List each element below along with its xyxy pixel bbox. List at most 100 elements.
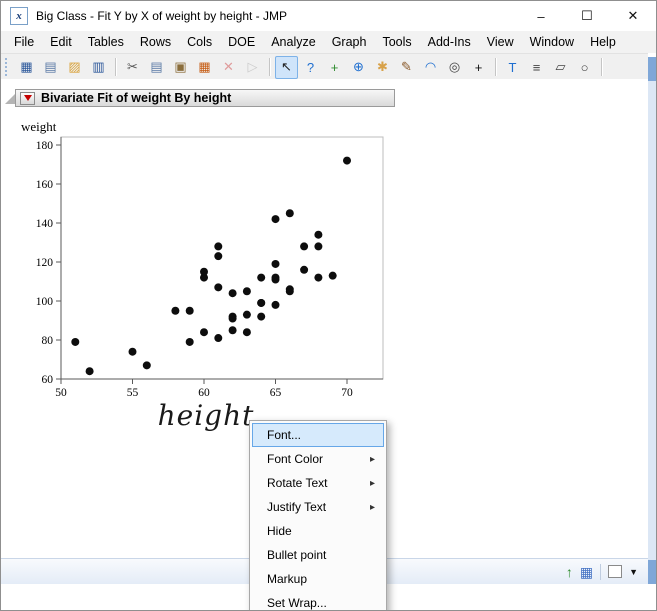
scatter-point[interactable] — [271, 273, 280, 282]
cut-button[interactable]: ✂ — [121, 56, 144, 79]
copy-button[interactable]: ▤ — [145, 56, 168, 79]
context-menu-item-font[interactable]: Font... — [252, 423, 384, 447]
scatter-point[interactable] — [71, 337, 80, 346]
context-menu-item-markup[interactable]: Markup — [252, 567, 384, 591]
menu-window[interactable]: Window — [522, 33, 582, 51]
menu-view[interactable]: View — [479, 33, 522, 51]
globe-tool-button[interactable]: ⊕ — [347, 56, 370, 79]
cut-icon: ✂ — [127, 59, 138, 74]
scatter-point[interactable] — [214, 242, 223, 251]
scatter-point[interactable] — [242, 310, 251, 319]
scatter-point[interactable] — [314, 273, 323, 282]
menu-rows[interactable]: Rows — [132, 33, 179, 51]
scatter-point[interactable] — [257, 312, 266, 321]
scatter-point[interactable] — [214, 283, 223, 292]
outline-title: Bivariate Fit of weight By height — [41, 91, 232, 105]
scatter-point[interactable] — [285, 209, 294, 218]
status-dropdown-triangle-icon[interactable]: ▼ — [629, 567, 638, 577]
scatter-point[interactable] — [314, 230, 323, 239]
menu-tables[interactable]: Tables — [80, 33, 132, 51]
scatter-point[interactable] — [185, 306, 194, 315]
menu-help[interactable]: Help — [582, 33, 624, 51]
scatter-point[interactable] — [128, 347, 137, 356]
scatter-point[interactable] — [142, 361, 151, 370]
scatter-point[interactable] — [214, 334, 223, 343]
scatter-point[interactable] — [343, 156, 351, 165]
menu-edit[interactable]: Edit — [42, 33, 80, 51]
menu-graph[interactable]: Graph — [324, 33, 375, 51]
help-tool-button[interactable]: ? — [299, 56, 322, 79]
menu-tools[interactable]: Tools — [374, 33, 419, 51]
menu-cols[interactable]: Cols — [179, 33, 220, 51]
paste-button[interactable]: ▣ — [169, 56, 192, 79]
menu-file[interactable]: File — [6, 33, 42, 51]
status-data-table-icon[interactable]: ▦ — [580, 565, 593, 579]
scatter-point[interactable] — [257, 273, 266, 282]
data-table-button[interactable]: ▦ — [193, 56, 216, 79]
context-menu-item-set-wrap[interactable]: Set Wrap... — [252, 591, 384, 610]
jmp-window: x Big Class - Fit Y by X of weight by he… — [0, 0, 657, 611]
scatter-point[interactable] — [228, 312, 237, 321]
scatter-point[interactable] — [300, 242, 309, 251]
red-triangle-menu-button[interactable] — [20, 91, 35, 105]
crosshair-tool-button[interactable]: + — [467, 56, 490, 79]
scatter-point[interactable] — [185, 337, 194, 346]
hand-tool-button[interactable]: ✱ — [371, 56, 394, 79]
toolbar-grip-handle[interactable] — [5, 58, 11, 76]
status-window-up-icon[interactable]: ↑ — [566, 565, 573, 579]
scatter-point[interactable] — [300, 265, 309, 274]
scatter-point[interactable] — [271, 259, 280, 268]
scatter-point[interactable] — [257, 298, 266, 307]
window-controls: – ☐ ✕ — [518, 1, 656, 31]
scatter-point[interactable] — [171, 306, 180, 315]
scatter-plot[interactable]: 60 80 100 120 140 160 180 50 55 60 65 70 — [25, 131, 395, 407]
context-menu-item-bullet-point[interactable]: Bullet point — [252, 543, 384, 567]
annotate-tool-button[interactable]: T — [501, 56, 524, 79]
scatter-point[interactable] — [285, 285, 294, 294]
maximize-button[interactable]: ☐ — [564, 1, 610, 31]
scatter-point[interactable] — [228, 326, 237, 335]
new-journal-button[interactable]: ▤ — [39, 56, 62, 79]
globe-tool-icon: ⊕ — [353, 59, 364, 74]
new-data-table-button[interactable]: ▦ — [15, 56, 38, 79]
x-tick-label: 65 — [270, 387, 282, 399]
polygon-tool-button[interactable]: ▱ — [549, 56, 572, 79]
menu-analyze[interactable]: Analyze — [263, 33, 323, 51]
brush-tool-button[interactable]: ✎ — [395, 56, 418, 79]
arrow-tool-button[interactable]: ↖ — [275, 55, 298, 79]
scatter-point[interactable] — [328, 271, 337, 280]
context-menu-item-justify-text[interactable]: Justify Text ▸ — [252, 495, 384, 519]
menu-add-ins[interactable]: Add-Ins — [420, 33, 479, 51]
context-menu-item-hide[interactable]: Hide — [252, 519, 384, 543]
scrollbar-thumb[interactable] — [648, 57, 656, 81]
run-script-button[interactable]: ▷ — [241, 56, 264, 79]
oval-tool-button[interactable]: ○ — [573, 56, 596, 79]
scatter-point[interactable] — [242, 328, 251, 337]
vertical-scrollbar[interactable] — [648, 57, 656, 584]
lasso-tool-button[interactable]: ◠ — [419, 56, 442, 79]
scatter-point[interactable] — [200, 328, 208, 337]
context-menu-item-rotate-text[interactable]: Rotate Text ▸ — [252, 471, 384, 495]
scatter-point[interactable] — [271, 215, 280, 224]
close-button[interactable]: ✕ — [610, 1, 656, 31]
save-button[interactable]: ▥ — [87, 56, 110, 79]
outline-header[interactable]: Bivariate Fit of weight By height — [15, 89, 395, 107]
scatter-point[interactable] — [228, 289, 237, 298]
scatter-point[interactable] — [271, 300, 280, 309]
scrollbar-down-control[interactable] — [648, 560, 656, 584]
scatter-point[interactable] — [85, 367, 94, 376]
zoom-tool-button[interactable]: ◎ — [443, 56, 466, 79]
delete-button[interactable]: ✕ — [217, 56, 240, 79]
scatter-point[interactable] — [242, 287, 251, 296]
status-checkbox[interactable] — [608, 565, 623, 578]
run-script-icon: ▷ — [247, 59, 258, 74]
line-tool-button[interactable]: ≡ — [525, 56, 548, 79]
open-button[interactable]: ▨ — [63, 56, 86, 79]
scatter-point[interactable] — [214, 252, 223, 261]
minimize-button[interactable]: – — [518, 1, 564, 31]
menu-doe[interactable]: DOE — [220, 33, 263, 51]
move-tool-button[interactable]: + — [323, 56, 346, 79]
scatter-point[interactable] — [200, 267, 208, 276]
context-menu-item-font-color[interactable]: Font Color ▸ — [252, 447, 384, 471]
scatter-point[interactable] — [314, 242, 323, 251]
